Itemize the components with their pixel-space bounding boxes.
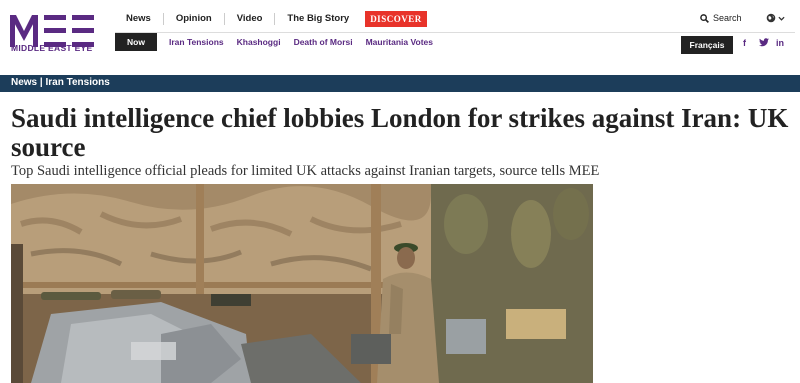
- topic-list: Iran Tensions Khashoggi Death of Morsi M…: [169, 37, 446, 47]
- article-hero-image: [11, 184, 593, 383]
- topic-link-mauritania-votes[interactable]: Mauritania Votes: [366, 37, 446, 47]
- topic-link-khashoggi[interactable]: Khashoggi: [237, 37, 294, 47]
- topic-link-death-of-morsi[interactable]: Death of Morsi: [294, 37, 366, 47]
- site-header: MIDDLE EAST EYE News Opinion Video The B…: [0, 0, 800, 72]
- nav-item-opinion[interactable]: Opinion: [164, 13, 225, 25]
- nav-item-news[interactable]: News: [126, 13, 164, 25]
- nav-item-video[interactable]: Video: [225, 13, 276, 25]
- article-headline: Saudi intelligence chief lobbies London …: [11, 103, 789, 162]
- nav-item-big-story[interactable]: The Big Story: [275, 13, 361, 25]
- facebook-icon[interactable]: f: [743, 38, 746, 48]
- search-icon: [700, 13, 709, 23]
- chevron-down-icon: [778, 16, 785, 21]
- article-standfirst: Top Saudi intelligence official pleads f…: [11, 163, 600, 179]
- breadcrumb-bar: News | Iran Tensions: [0, 75, 800, 92]
- site-tagline: MIDDLE EAST EYE: [11, 43, 93, 53]
- search-label: Search: [713, 13, 742, 23]
- topic-link-iran-tensions[interactable]: Iran Tensions: [169, 37, 237, 47]
- linkedin-icon[interactable]: in: [776, 38, 784, 48]
- search-button[interactable]: Search: [700, 13, 742, 23]
- discover-button[interactable]: DISCOVER: [365, 11, 427, 27]
- edition-selector[interactable]: [766, 13, 785, 23]
- primary-nav: News Opinion Video The Big Story DISCOVE…: [126, 10, 427, 28]
- language-button[interactable]: Français: [681, 36, 733, 54]
- breadcrumb[interactable]: News | Iran Tensions: [11, 77, 110, 88]
- globe-icon: [766, 13, 776, 23]
- twitter-icon[interactable]: [759, 38, 769, 49]
- now-button[interactable]: Now: [115, 33, 157, 51]
